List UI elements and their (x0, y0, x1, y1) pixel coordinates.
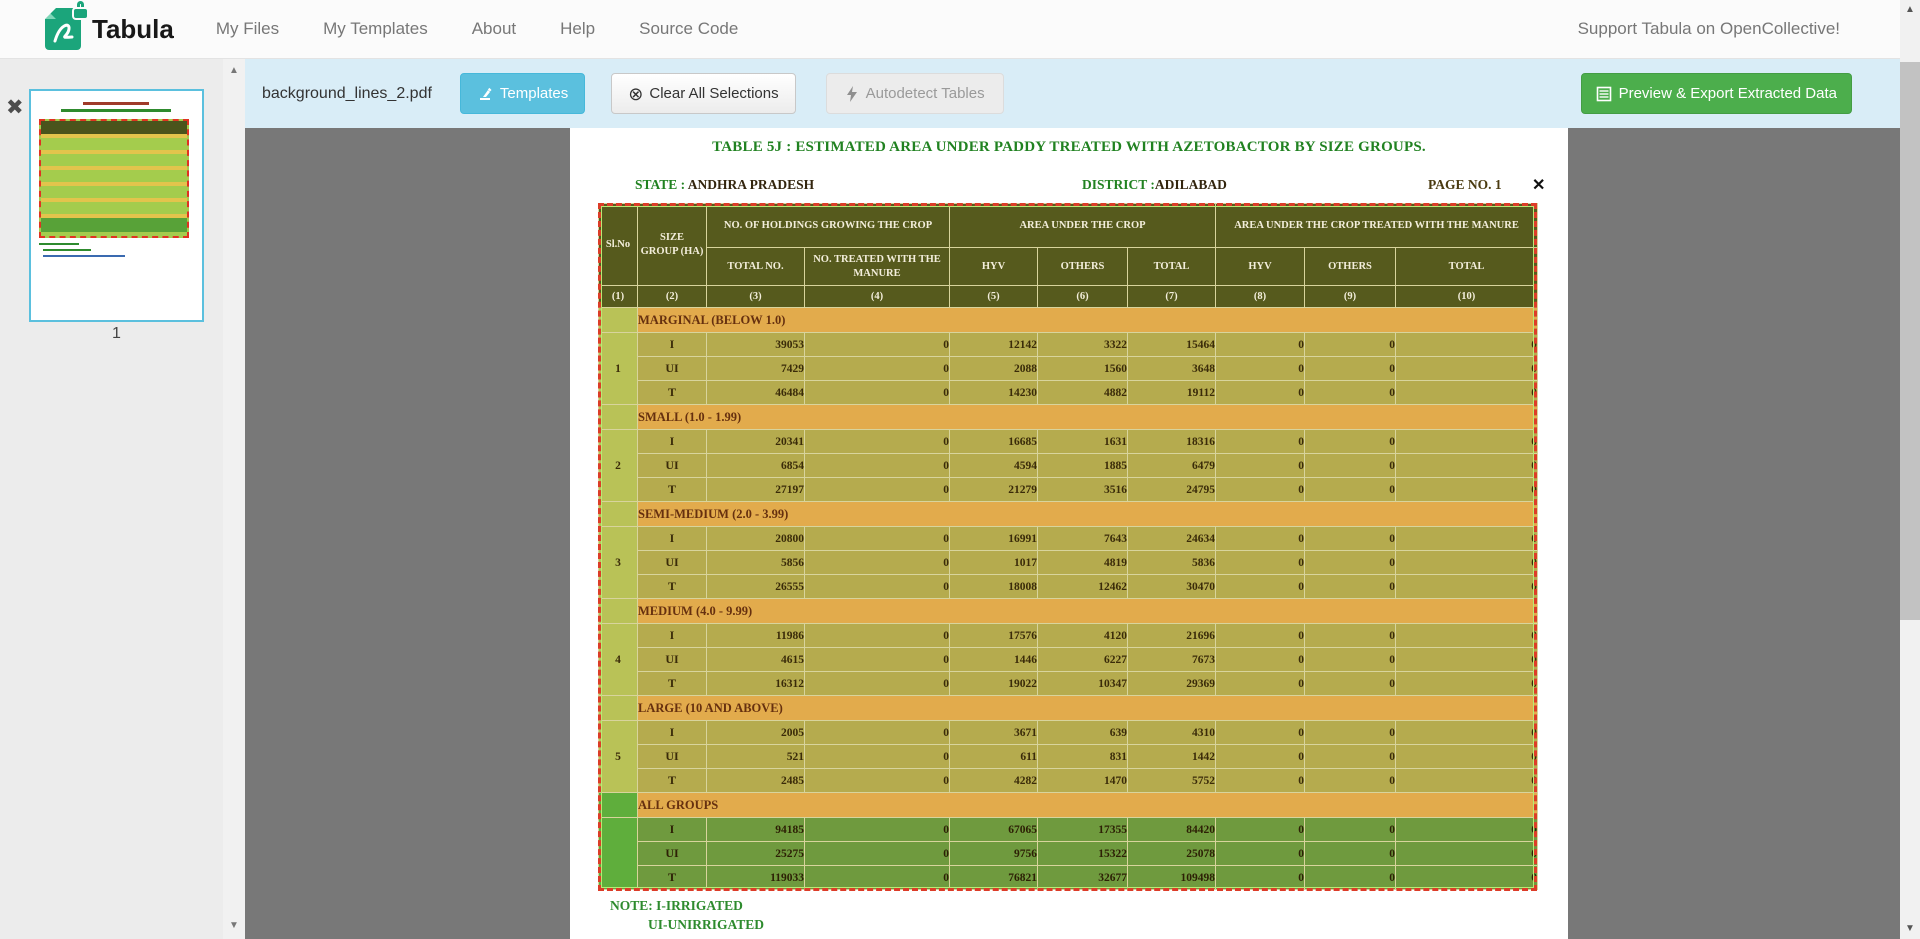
autodetect-tables-button[interactable]: Autodetect Tables (826, 73, 1004, 114)
district-value: ADILABAD (1155, 177, 1227, 192)
thumb-note-line (43, 249, 91, 251)
clear-circle-x-icon: ⊗ (628, 85, 643, 103)
thumb-group-rows (41, 154, 187, 166)
thumb-group-rows (41, 202, 187, 214)
window-scrollbar[interactable]: ▲ ▼ (1900, 0, 1920, 939)
document-title: TABLE 5J : ESTIMATED AREA UNDER PADDY TR… (570, 139, 1568, 156)
thumbnail-mini-table (39, 119, 189, 238)
thumb-group-rows (41, 138, 187, 150)
lock-icon (73, 1, 88, 18)
content-row: ✖ 1 ▲ ▼ background_lines_2.pdf (0, 59, 1900, 939)
templates-button[interactable]: Templates (460, 73, 585, 114)
state-value: ANDHRA PRADESH (688, 177, 814, 192)
preview-export-button[interactable]: Preview & Export Extracted Data (1581, 73, 1852, 114)
template-icon (477, 86, 493, 102)
lightning-icon (845, 86, 859, 102)
table-selection-region[interactable] (598, 203, 1537, 891)
note-line-2: UI-UNIRRIGATED (648, 917, 764, 933)
thumb-note-line (43, 255, 125, 257)
brand-title[interactable]: Tabula (92, 14, 174, 45)
nav-item-about[interactable]: About (472, 19, 516, 39)
clear-all-selections-button[interactable]: ⊗ Clear All Selections (611, 73, 795, 114)
page-no-label: PAGE NO. 1 (1428, 177, 1502, 193)
scroll-up-icon[interactable]: ▲ (223, 65, 245, 76)
scrollbar-thumb[interactable] (1900, 62, 1920, 620)
thumb-table-header (41, 121, 187, 134)
thumb-group-rows (41, 218, 187, 232)
nav-items: My Files My Templates About Help Source Code (216, 19, 738, 39)
tabula-app-window: Tabula My Files My Templates About Help Sour… (0, 0, 1920, 939)
acrobat-swirl-icon (47, 14, 79, 48)
state-label: STATE : ANDHRA PRADESH (635, 177, 814, 193)
page-sidebar: ✖ 1 ▲ ▼ (0, 59, 245, 939)
table-list-icon (1596, 86, 1612, 102)
thumb-group-rows (41, 186, 187, 198)
autodetect-button-label: Autodetect Tables (866, 85, 985, 102)
pdf-page[interactable]: TABLE 5J : ESTIMATED AREA UNDER PADDY TR… (570, 128, 1568, 939)
scroll-down-icon[interactable]: ▼ (223, 920, 245, 931)
nav-item-help[interactable]: Help (560, 19, 595, 39)
navbar: Tabula My Files My Templates About Help Sour… (0, 0, 1900, 59)
document-filename: background_lines_2.pdf (262, 85, 432, 103)
clear-button-label: Clear All Selections (649, 85, 778, 102)
templates-button-label: Templates (500, 85, 568, 102)
toolbar: background_lines_2.pdf Templates ⊗ Clear… (245, 59, 1900, 128)
thumb-subtitle-line (61, 109, 171, 112)
remove-page-icon[interactable]: ✖ (6, 95, 24, 120)
page-thumbnail[interactable] (29, 89, 204, 322)
district-label: DISTRICT :ADILABAD (1082, 177, 1227, 193)
support-link[interactable]: Support Tabula on OpenCollective! (1578, 19, 1840, 39)
main-panel: background_lines_2.pdf Templates ⊗ Clear… (245, 59, 1900, 939)
nav-item-source-code[interactable]: Source Code (639, 19, 738, 39)
selection-close-icon[interactable]: ✕ (1532, 175, 1545, 195)
sidebar-scrollbar[interactable]: ▲ ▼ (223, 59, 245, 939)
note-line-1: NOTE: I-IRRIGATED (610, 898, 743, 914)
page-number-label: 1 (29, 325, 204, 343)
tabula-logo-icon[interactable] (45, 8, 81, 50)
scroll-up-icon[interactable]: ▲ (1900, 3, 1920, 17)
scroll-down-icon[interactable]: ▼ (1900, 922, 1920, 936)
nav-item-my-templates[interactable]: My Templates (323, 19, 428, 39)
export-button-label: Preview & Export Extracted Data (1619, 85, 1837, 102)
thumb-title-line (83, 102, 149, 105)
thumb-note-line (39, 243, 79, 245)
thumb-group-rows (41, 170, 187, 182)
nav-item-my-files[interactable]: My Files (216, 19, 279, 39)
pdf-workspace: TABLE 5J : ESTIMATED AREA UNDER PADDY TR… (245, 128, 1900, 939)
